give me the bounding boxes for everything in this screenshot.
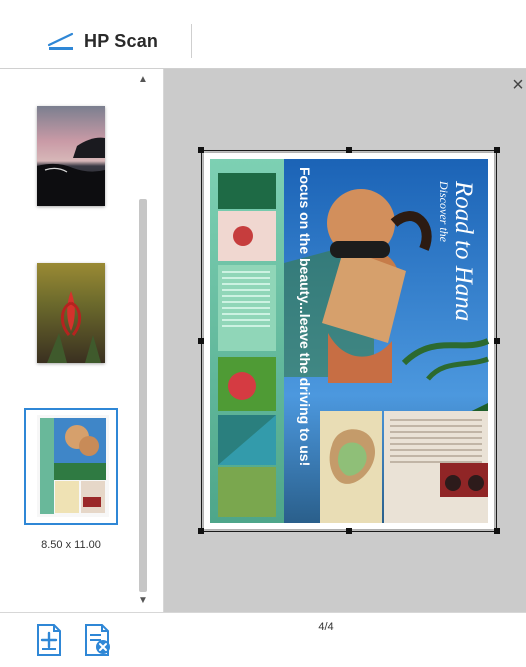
crop-handle-middle-left[interactable] xyxy=(198,338,204,344)
thumbnail-flower-image xyxy=(37,263,105,363)
scrollbar-thumb[interactable] xyxy=(139,199,147,592)
headline-text: Focus on the beauty...leave the driving … xyxy=(297,167,313,466)
thumbnail-magazine-image xyxy=(37,415,109,517)
header-divider xyxy=(191,24,192,58)
crop-handle-top-right[interactable] xyxy=(494,147,500,153)
bottom-toolbar: 4/4 xyxy=(0,612,526,667)
thumbnail-flower[interactable] xyxy=(37,263,105,363)
thumbnail-seascape-image xyxy=(37,106,105,206)
crop-handle-top-left[interactable] xyxy=(198,147,204,153)
crop-handle-bottom-left[interactable] xyxy=(198,528,204,534)
crop-handle-bottom-right[interactable] xyxy=(494,528,500,534)
hp-scan-window: HP Scan 8.50 x 11.00 ▲ ▼ × Focus on the … xyxy=(0,0,526,667)
brand: HP Scan xyxy=(46,26,158,56)
crop-handle-bottom-center[interactable] xyxy=(346,528,352,534)
thumbnail-scrollbar[interactable]: ▲ ▼ xyxy=(135,69,151,612)
scan-preview-image: Focus on the beauty...leave the driving … xyxy=(204,153,494,529)
add-page-icon xyxy=(37,624,61,656)
kicker-text: Discover the xyxy=(437,180,451,243)
add-page-button[interactable] xyxy=(34,623,64,657)
app-header: HP Scan xyxy=(0,0,526,69)
delete-page-icon xyxy=(85,624,110,656)
thumbnail-magazine-selected[interactable] xyxy=(24,408,118,525)
page-counter: 4/4 xyxy=(318,621,334,633)
thumbnail-magazine xyxy=(37,415,109,517)
thumbnail-size-label: 8.50 x 11.00 xyxy=(41,539,101,551)
thumbnail-panel[interactable]: 8.50 x 11.00 ▲ ▼ xyxy=(0,69,164,612)
chevron-down-icon[interactable]: ▼ xyxy=(135,594,151,608)
crop-handle-top-center[interactable] xyxy=(346,147,352,153)
delete-page-button[interactable] xyxy=(82,623,112,657)
app-title: HP Scan xyxy=(84,30,159,51)
hp-scan-icon xyxy=(47,32,74,50)
chevron-up-icon[interactable]: ▲ xyxy=(135,73,151,87)
crop-handle-middle-right[interactable] xyxy=(494,338,500,344)
title-text: Road to Hana xyxy=(450,180,477,321)
thumbnail-seascape[interactable] xyxy=(37,106,105,206)
close-icon[interactable]: × xyxy=(510,75,526,95)
scan-preview-page[interactable]: Focus on the beauty...leave the driving … xyxy=(204,153,494,529)
